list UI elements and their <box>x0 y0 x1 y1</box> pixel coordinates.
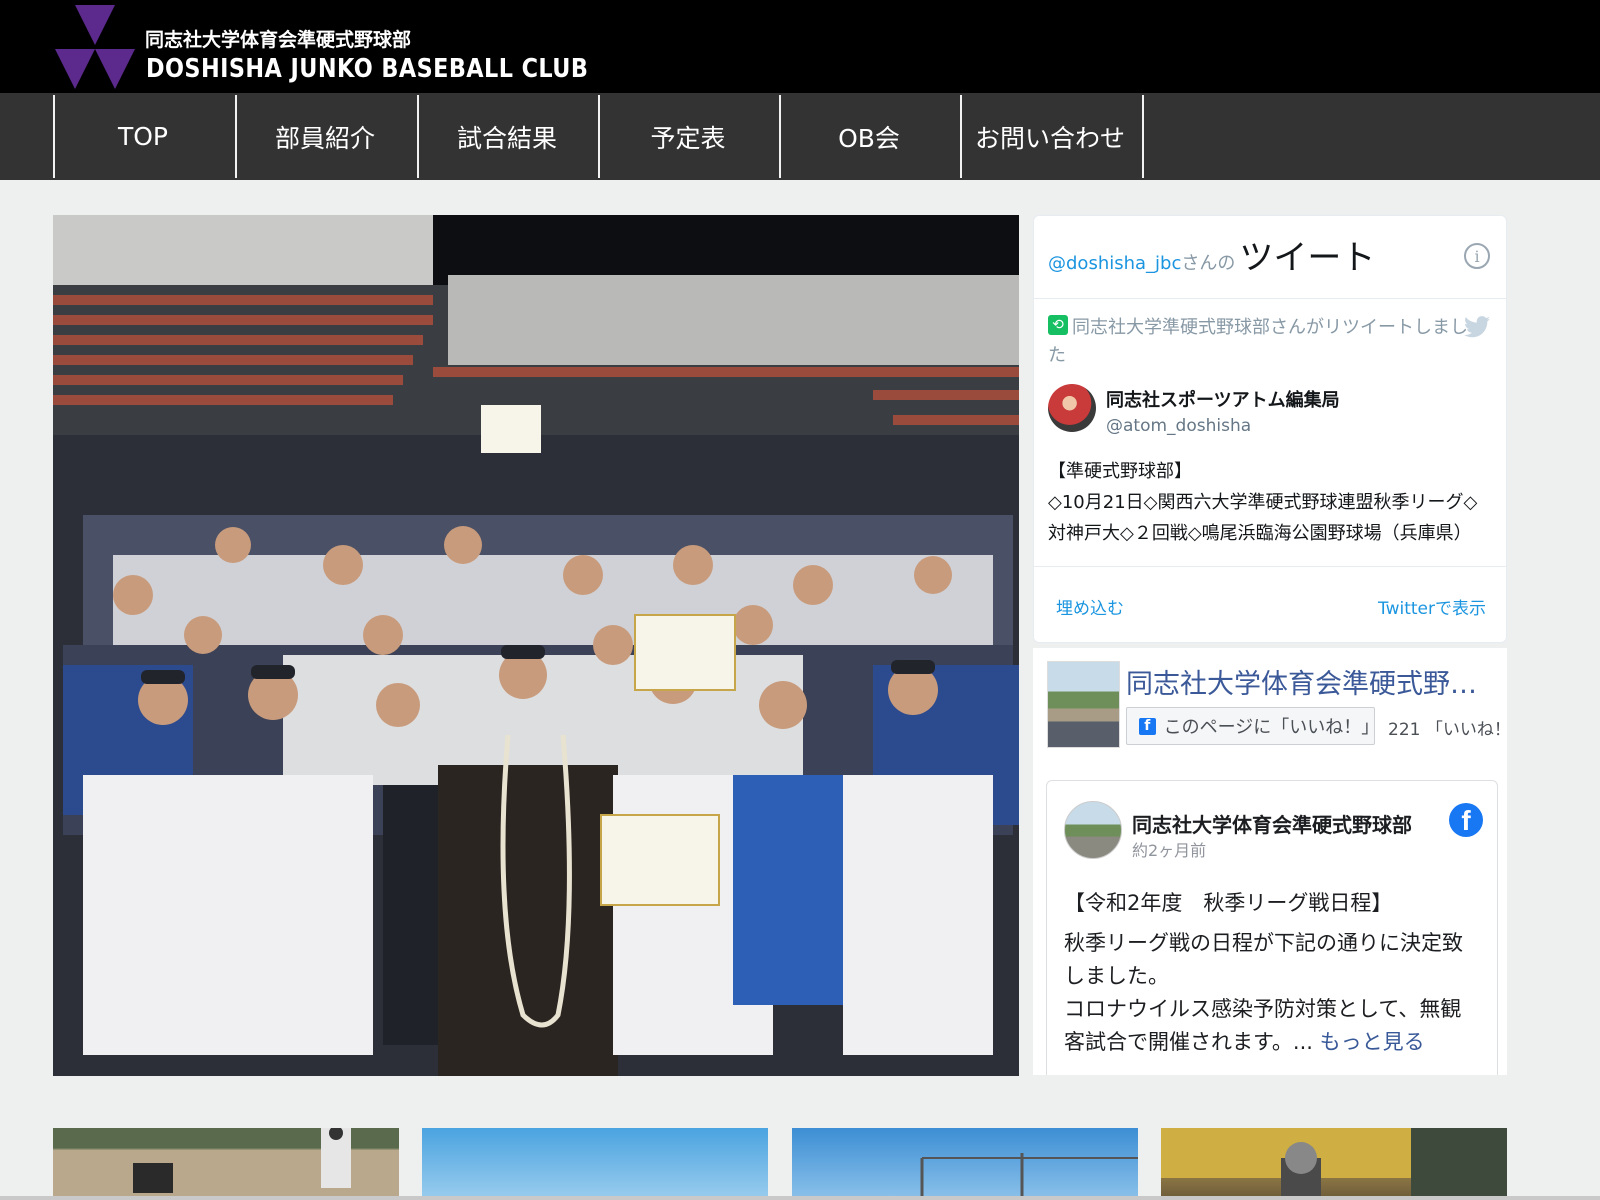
nav-item-members[interactable]: 部員紹介 <box>235 95 413 178</box>
tweet-author-handle[interactable]: @atom_doshisha <box>1106 416 1251 436</box>
facebook-post: 同志社大学体育会準硬式野球部 約2ヶ月前 f 【令和2年度 秋季リーグ戦日程】 … <box>1046 780 1498 1075</box>
see-more-link[interactable]: もっと見る <box>1320 1030 1425 1054</box>
nav-item-top[interactable]: TOP <box>53 95 231 178</box>
post-heading: 【令和2年度 秋季リーグ戦日程】 <box>1064 891 1393 915</box>
like-count: 221 「いいね！」 <box>1388 720 1500 740</box>
horizontal-scrollbar[interactable] <box>0 1196 1600 1200</box>
nav-item-results[interactable]: 試合結果 <box>417 95 595 178</box>
view-on-twitter-link[interactable]: Twitterで表示 <box>1378 594 1486 619</box>
facebook-logo-icon[interactable]: f <box>1449 803 1483 837</box>
news-thumbnail[interactable] <box>1161 1128 1507 1200</box>
thumbnail-image <box>53 1128 399 1193</box>
avatar[interactable] <box>1064 801 1122 859</box>
twitter-timeline: @doshisha_jbc さんの ツイート i ⟲ 同志社大学準硬式野球部さん… <box>1033 215 1507 643</box>
twitter-user-link[interactable]: @doshisha_jbc <box>1048 253 1181 274</box>
nav-item-contact[interactable]: お問い合わせ <box>960 95 1138 178</box>
info-icon[interactable]: i <box>1464 243 1490 269</box>
news-thumbnail[interactable] <box>53 1128 399 1200</box>
tweet-body-line: ◇10月21日◇関西六大学準硬式野球連盟秋季リーグ◇対神戸大◇２回戦◇鳴尾浜臨海… <box>1048 492 1478 544</box>
twitter-divider <box>1034 566 1506 567</box>
twitter-header-title: ツイート <box>1239 238 1376 278</box>
post-body: 秋季リーグ戦の日程が下記の通りに決定致しました。 コロナウイルス感染予防対策とし… <box>1064 927 1474 1059</box>
news-thumbnail[interactable] <box>422 1128 768 1200</box>
embed-link[interactable]: 埋め込む <box>1056 594 1124 619</box>
like-page-button[interactable]: f このページに「いいね！」 <box>1126 707 1380 745</box>
thumbnail-image <box>920 1153 1138 1200</box>
twitter-header: @doshisha_jbc さんの ツイート <box>1048 230 1375 290</box>
site-header: 同志社大学体育会準硬式野球部 DOSHISHA JUNKO BASEBALL C… <box>0 0 1600 93</box>
club-logo-icon[interactable] <box>55 5 135 89</box>
hero-team-photo <box>53 215 1019 1076</box>
nav-item-schedule[interactable]: 予定表 <box>598 95 776 178</box>
facebook-f-icon: f <box>1139 717 1156 735</box>
nav-item-ob[interactable]: OB会 <box>779 95 957 178</box>
twitter-bird-icon[interactable] <box>1464 316 1490 338</box>
tweet-author-name[interactable]: 同志社スポーツアトム編集局 <box>1106 386 1340 412</box>
news-thumbnail[interactable] <box>792 1128 1138 1200</box>
post-author-name[interactable]: 同志社大学体育会準硬式野球部 <box>1132 809 1412 838</box>
retweet-notice: 同志社大学準硬式野球部さんがリツイートしました <box>1048 317 1468 366</box>
facebook-page-plugin: 同志社大学体育会準硬式野球部 f このページに「いいね！」 221 「いいね！」… <box>1033 648 1507 1075</box>
twitter-header-suffix: さんの <box>1181 253 1236 274</box>
site-title-en[interactable]: DOSHISHA JUNKO BASEBALL CLUB <box>146 54 588 84</box>
main-nav: TOP 部員紹介 試合結果 予定表 OB会 お問い合わせ <box>0 93 1600 180</box>
nav-divider <box>1142 95 1144 178</box>
like-page-label: このページに「いいね！」 <box>1163 717 1380 738</box>
post-timestamp[interactable]: 約2ヶ月前 <box>1132 837 1206 861</box>
site-title-jp[interactable]: 同志社大学体育会準硬式野球部 <box>145 25 411 52</box>
thumbnail-image <box>1161 1128 1507 1200</box>
tweet-body-line: 【準硬式野球部】 <box>1048 461 1192 482</box>
facebook-page-name[interactable]: 同志社大学体育会準硬式野球部 <box>1126 662 1496 701</box>
tweet-body: 【準硬式野球部】 ◇10月21日◇関西六大学準硬式野球連盟秋季リーグ◇対神戸大◇… <box>1048 456 1488 549</box>
avatar[interactable] <box>1048 384 1096 432</box>
facebook-page-thumbnail[interactable] <box>1047 661 1120 748</box>
twitter-divider <box>1034 298 1506 299</box>
